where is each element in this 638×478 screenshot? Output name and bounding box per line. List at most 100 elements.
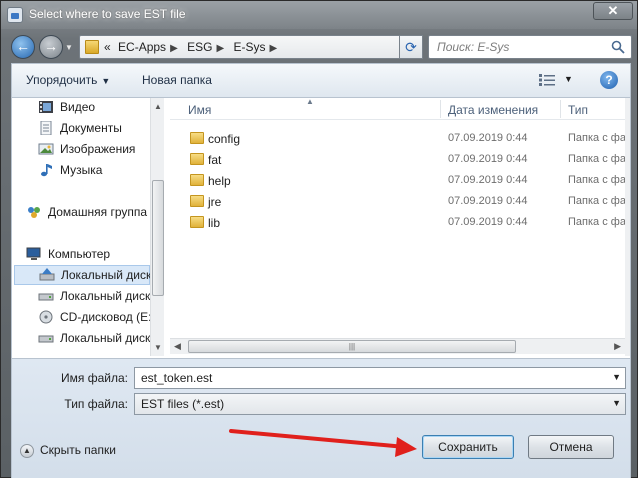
file-type: Папка с файл (568, 132, 630, 144)
save-dialog-window: Select where to save EST file ✕ ← → ▼ « … (0, 0, 638, 478)
recent-locations-dropdown-icon[interactable]: ▼ (65, 43, 73, 52)
nav-item-label: Локальный диск (60, 289, 151, 303)
refresh-button[interactable]: ⟳ (399, 35, 423, 59)
folder-icon (190, 195, 204, 207)
file-date: 07.09.2019 0:44 (448, 174, 528, 186)
column-header-type[interactable]: Тип (568, 103, 588, 117)
nav-item-label: Домашняя группа (48, 205, 148, 219)
app-icon (7, 7, 23, 23)
breadcrumb-separator-icon[interactable]: ▶ (270, 43, 278, 54)
folder-icon (190, 216, 204, 228)
scroll-down-icon[interactable]: ▼ (154, 343, 162, 352)
file-date: 07.09.2019 0:44 (448, 195, 528, 207)
cancel-button[interactable]: Отмена (528, 435, 614, 459)
breadcrumb-separator-icon[interactable]: ▶ (216, 43, 224, 54)
breadcrumb-ec-apps[interactable]: EC-Apps (118, 40, 166, 54)
refresh-icon: ⟳ (405, 39, 417, 55)
file-date: 07.09.2019 0:44 (448, 216, 528, 228)
file-type: Папка с файл (568, 195, 630, 207)
breadcrumb: « EC-Apps ▶ ESG ▶ E-Sys ▶ (104, 40, 283, 54)
pictures-library-icon (38, 143, 54, 155)
forward-button[interactable]: → (39, 35, 63, 59)
nav-pane-scrollbar[interactable]: ▲ ▼ (150, 98, 164, 356)
organize-menu-button[interactable]: Упорядочить ▼ (26, 73, 110, 87)
breadcrumb-separator-icon[interactable]: ▶ (170, 43, 178, 54)
organize-label: Упорядочить (26, 73, 98, 87)
navigation-row: ← → ▼ « EC-Apps▶ ESG▶ E-Sys▶ ▼ ⟳ Поиск: … (1, 29, 637, 63)
search-input[interactable]: Поиск: E-Sys (428, 35, 632, 59)
scrollbar-thumb[interactable]: ||| (188, 340, 516, 353)
column-header-name[interactable]: Имя (188, 103, 211, 117)
breadcrumb-esg[interactable]: ESG (187, 40, 212, 54)
file-type: Папка с файл (568, 174, 630, 186)
file-name: lib (208, 216, 221, 230)
file-name: fat (208, 153, 222, 167)
nav-item-label: Изображения (60, 142, 136, 156)
nav-item-label: Компьютер (48, 247, 111, 261)
chevron-up-icon: ▲ (20, 443, 34, 458)
window-title: Select where to save EST file (29, 7, 186, 21)
chevron-down-icon: ▼ (612, 398, 621, 408)
close-button[interactable]: ✕ (593, 2, 633, 20)
filename-field[interactable]: est_token.est ▼ (134, 367, 626, 389)
homegroup-icon (28, 207, 40, 218)
scrollbar-thumb[interactable] (152, 180, 164, 296)
hide-folders-toggle[interactable]: ▲ Скрыть папки (20, 443, 116, 458)
forward-arrow-icon: → (44, 38, 58, 54)
computer-icon (26, 247, 41, 260)
file-name: config (208, 132, 241, 146)
new-folder-button[interactable]: Новая папка (142, 73, 212, 87)
title-bar[interactable]: Select where to save EST file ✕ (1, 1, 637, 29)
view-options-icon[interactable] (539, 74, 555, 86)
local-disk-icon (39, 268, 55, 281)
table-row[interactable]: config 07.09.2019 0:44 Папка с файл (170, 128, 630, 149)
column-header-date[interactable]: Дата изменения (448, 103, 538, 117)
local-disk-icon (38, 335, 54, 343)
table-row[interactable]: help 07.09.2019 0:44 Папка с файл (170, 170, 630, 191)
help-icon[interactable]: ? (600, 71, 618, 89)
table-row[interactable]: jre 07.09.2019 0:44 Папка с файл (170, 191, 630, 212)
address-bar[interactable]: « EC-Apps▶ ESG▶ E-Sys▶ ▼ (79, 35, 419, 59)
content-area: Видео Документы Изображения Музыка Домаш… (11, 97, 631, 359)
nav-item-label: CD-дисковод (E: (60, 310, 152, 324)
back-button[interactable]: ← (11, 35, 35, 59)
filetype-select[interactable]: EST files (*.est) ▼ (134, 393, 626, 415)
cd-drive-icon (39, 310, 53, 324)
column-divider[interactable] (560, 100, 561, 118)
video-library-icon (39, 101, 53, 113)
breadcrumb-e-sys[interactable]: E-Sys (234, 40, 266, 54)
nav-item-label: Локальный диск (60, 331, 151, 345)
filename-value: est_token.est (141, 371, 213, 385)
red-arrow-annotation (229, 429, 417, 457)
column-header-row: Имя ▲ Дата изменения Тип (170, 98, 630, 120)
nav-item-label: Видео (60, 100, 96, 114)
table-row[interactable]: lib 07.09.2019 0:44 Папка с файл (170, 212, 630, 233)
navigation-pane: Видео Документы Изображения Музыка Домаш… (12, 98, 164, 356)
local-disk-icon (38, 293, 54, 301)
filename-label: Имя файла: (61, 371, 128, 385)
nav-item-label: Музыка (60, 163, 103, 177)
nav-item-local-disk-c[interactable]: Локальный диск (14, 265, 152, 285)
file-list-scrollbar[interactable] (625, 98, 630, 356)
nav-item-label: Локальный диск (61, 268, 152, 282)
column-divider[interactable] (440, 100, 441, 118)
filetype-label: Тип файла: (64, 397, 128, 411)
scroll-right-icon[interactable]: ▶ (614, 341, 621, 352)
hide-folders-label: Скрыть папки (40, 443, 116, 457)
file-type: Папка с файл (568, 216, 630, 228)
folder-icon (190, 153, 204, 165)
search-icon[interactable] (611, 40, 625, 54)
search-placeholder: Поиск: E-Sys (437, 40, 510, 54)
view-dropdown-icon[interactable]: ▼ (564, 74, 573, 84)
folder-icon (190, 132, 204, 144)
sort-ascending-icon: ▲ (306, 98, 314, 106)
file-date: 07.09.2019 0:44 (448, 132, 528, 144)
breadcrumb-overflow[interactable]: « (104, 40, 111, 54)
scroll-up-icon[interactable]: ▲ (154, 102, 162, 111)
chevron-down-icon[interactable]: ▼ (612, 372, 621, 382)
nav-item-label: Документы (60, 121, 122, 135)
horizontal-scrollbar[interactable]: ◀ ||| ▶ (170, 338, 625, 354)
scroll-left-icon[interactable]: ◀ (174, 341, 181, 352)
command-toolbar: Упорядочить ▼ Новая папка ▼ ? (11, 63, 631, 97)
table-row[interactable]: fat 07.09.2019 0:44 Папка с файл (170, 149, 630, 170)
